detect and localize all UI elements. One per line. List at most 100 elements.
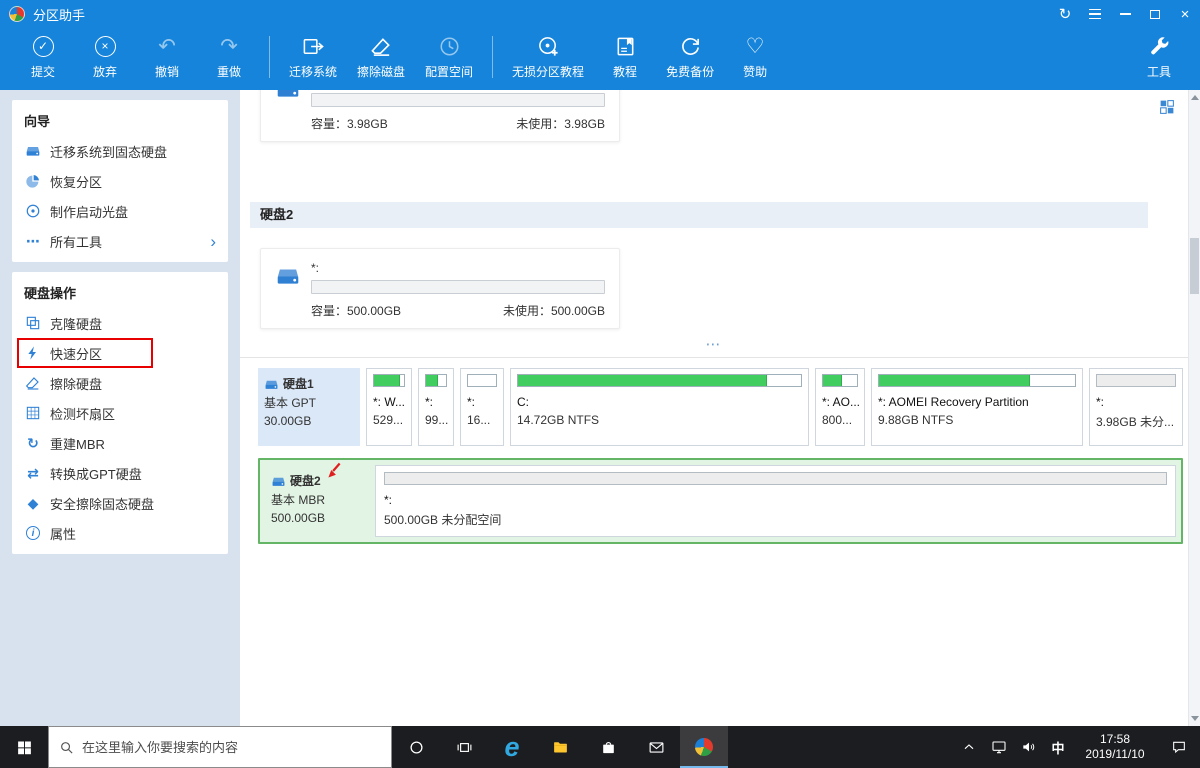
sidebar-item-migrate-os-to-ssd[interactable]: 迁移系统到固态硬盘 [12, 136, 228, 166]
folder-icon [552, 739, 569, 756]
disc-icon [24, 202, 42, 220]
commit-check-icon: ✓ [33, 34, 54, 58]
toolbar-tools-button[interactable]: 工具 [1128, 29, 1190, 85]
partition-usage-bar [1096, 374, 1176, 387]
toolbar-partition-tutorial-button[interactable]: 无损分区教程 [502, 29, 594, 85]
capacity-label: 容量：3.98GB [311, 117, 388, 131]
disk1-label[interactable]: 硬盘1 基本 GPT 30.00GB [258, 368, 360, 446]
tray-chevron-up-icon[interactable] [954, 726, 984, 768]
toolbar: ✓ 提交 × 放弃 ↶ 撤销 ↷ 重做 迁移系统 擦除磁盘 配置空间 [0, 28, 1200, 90]
partition-name: *: W... [373, 395, 405, 409]
mail-button[interactable] [632, 726, 680, 768]
partition-name: *: [384, 493, 1167, 507]
sidebar-item-convert-to-gpt[interactable]: ⇄ 转换成GPT硬盘 [12, 458, 228, 488]
maximize-button[interactable] [1140, 0, 1170, 28]
disk2-partition-card[interactable]: *: 容量：500.00GB 未使用：500.00GB [260, 248, 620, 329]
undo-icon: ↶ [158, 34, 176, 58]
pie-icon [24, 172, 42, 190]
sidebar-item-recover-partition[interactable]: 恢复分区 [12, 166, 228, 196]
mail-icon [648, 739, 665, 756]
disk-icon [264, 377, 279, 392]
partition-cell[interactable]: *: W... 529... [366, 368, 412, 446]
partition-usage-bar [384, 472, 1167, 485]
start-button[interactable] [0, 726, 48, 768]
menu-icon[interactable] [1080, 0, 1110, 28]
partition-cell[interactable]: *: 99... [418, 368, 454, 446]
sidebar-item-check-bad-sectors[interactable]: 检测坏扇区 [12, 398, 228, 428]
divider [240, 357, 1188, 358]
partition-assistant-taskbar-button[interactable] [680, 726, 728, 768]
migrate-system-icon [302, 34, 325, 58]
volume-icon[interactable] [1014, 726, 1044, 768]
scrollbar-thumb[interactable] [1190, 238, 1199, 294]
toolbar-undo-button[interactable]: ↶ 撤销 [136, 29, 198, 85]
close-button[interactable]: × [1170, 0, 1200, 28]
taskbar-search[interactable] [48, 726, 392, 768]
discard-x-icon: × [95, 34, 116, 58]
sidebar-item-wipe-disk[interactable]: 擦除硬盘 [12, 368, 228, 398]
toolbar-free-backup-button[interactable]: 免费备份 [656, 29, 724, 85]
partition-cell-unallocated[interactable]: *: 500.00GB 未分配空间 [375, 465, 1176, 537]
toolbar-discard-button[interactable]: × 放弃 [74, 29, 136, 85]
clock[interactable]: 17:58 2019/11/10 [1072, 732, 1158, 762]
store-button[interactable] [584, 726, 632, 768]
toolbar-redo-button[interactable]: ↷ 重做 [198, 29, 260, 85]
partition-card-partial[interactable]: 容量：3.98GB 未使用：3.98GB [260, 90, 620, 142]
disk-name: 硬盘1 [283, 375, 314, 394]
notification-center-icon[interactable] [1158, 726, 1200, 768]
task-view-icon [456, 739, 473, 756]
partition-name: *: [467, 395, 497, 409]
partition-cell-unallocated[interactable]: *: 3.98GB 未分... [1089, 368, 1183, 446]
edge-button[interactable]: e [488, 726, 536, 768]
partition-cell[interactable]: *: AO... 800... [815, 368, 865, 446]
sidebar: 向导 迁移系统到固态硬盘 恢复分区 制作启动光盘 ⋯ 所有工具 › 硬盘操作 [0, 90, 240, 726]
eraser-icon [24, 374, 42, 392]
app-logo-icon [9, 6, 25, 22]
toolbar-migrate-system-button[interactable]: 迁移系统 [279, 29, 347, 85]
minimize-button[interactable] [1110, 0, 1140, 28]
sidebar-item-all-tools[interactable]: ⋯ 所有工具 › [12, 226, 228, 256]
ime-indicator[interactable]: 中 [1044, 738, 1072, 757]
splitter-handle[interactable]: ⋯ [240, 335, 1188, 353]
toolbar-donate-button[interactable]: ♡ 赞助 [724, 29, 786, 85]
cortana-icon [408, 739, 425, 756]
toolbar-wipe-disk-button[interactable]: 擦除磁盘 [347, 29, 415, 85]
ellipsis-icon: ⋯ [24, 232, 42, 250]
scroll-up-arrow[interactable] [1191, 95, 1199, 100]
scrollbar [1188, 90, 1200, 726]
partition-usage-bar [822, 374, 858, 387]
partition-info: 14.72GB NTFS [517, 413, 802, 427]
task-view-button[interactable] [440, 726, 488, 768]
network-icon[interactable] [984, 726, 1014, 768]
disk2-label[interactable]: 硬盘2 基本 MBR 500.00GB [265, 465, 367, 537]
sidebar-item-rebuild-mbr[interactable]: ↻ 重建MBR [12, 428, 228, 458]
cortana-button[interactable] [392, 726, 440, 768]
sidebar-item-make-bootable-disc[interactable]: 制作启动光盘 [12, 196, 228, 226]
toolbar-separator [269, 36, 270, 78]
sidebar-item-clone-disk[interactable]: 克隆硬盘 [12, 308, 228, 338]
toolbar-allocate-space-button[interactable]: 配置空间 [415, 29, 483, 85]
partition-cell-recovery[interactable]: *: AOMEI Recovery Partition 9.88GB NTFS [871, 368, 1083, 446]
partition-cell[interactable]: *: 16... [460, 368, 504, 446]
scroll-down-arrow[interactable] [1191, 716, 1199, 721]
ssd-drive-icon [24, 142, 42, 160]
file-explorer-button[interactable] [536, 726, 584, 768]
sidebar-item-quick-partition[interactable]: 快速分区 [12, 338, 228, 368]
view-toggle-icon[interactable] [1158, 98, 1178, 118]
partition-info: 500.00GB 未分配空间 [384, 511, 1167, 528]
app-window: 分区助手 ↻ × ✓ 提交 × 放弃 ↶ 撤销 ↷ 重做 迁移系统 [0, 0, 1200, 768]
search-input[interactable] [82, 740, 381, 755]
toolbar-commit-button[interactable]: ✓ 提交 [12, 29, 74, 85]
partition-info: 800... [822, 413, 858, 427]
toolbar-tutorial-button[interactable]: 教程 [594, 29, 656, 85]
disk-style: 基本 MBR [271, 491, 361, 510]
disk-size: 500.00GB [271, 509, 361, 528]
sidebar-item-secure-erase-ssd[interactable]: ◆ 安全擦除固态硬盘 [12, 488, 228, 518]
disk-row-1: 硬盘1 基本 GPT 30.00GB *: W... 529... *: 99.… [258, 368, 1183, 446]
partition-cell-c-drive[interactable]: C: 14.72GB NTFS [510, 368, 809, 446]
section-title: 向导 [12, 102, 228, 136]
refresh-icon[interactable]: ↻ [1050, 0, 1080, 28]
sidebar-item-properties[interactable]: i 属性 [12, 518, 228, 548]
disk-icon [275, 90, 301, 102]
partition-usage-bar [311, 280, 605, 294]
